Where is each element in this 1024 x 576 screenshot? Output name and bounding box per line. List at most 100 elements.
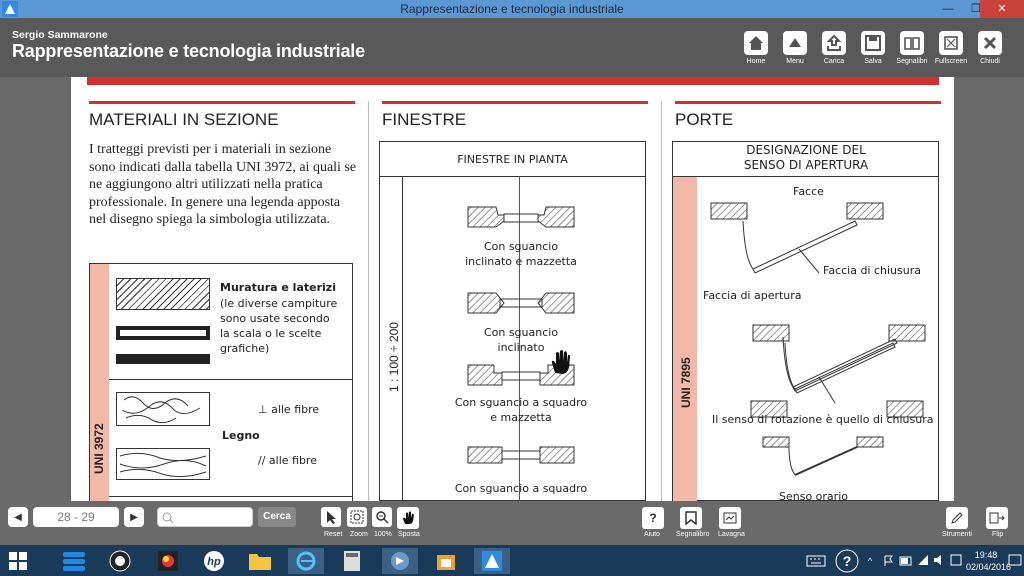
show-hidden-icons[interactable]: ^ xyxy=(868,556,872,566)
stack-app-icon xyxy=(63,552,85,571)
fibre-par-label: // alle fibre xyxy=(258,454,317,467)
bookmark-button[interactable] xyxy=(680,507,702,529)
language-icon[interactable] xyxy=(950,554,962,566)
fullscreen-button[interactable]: Fullscreen xyxy=(934,31,968,65)
section-banner xyxy=(87,77,939,85)
volume-icon[interactable] xyxy=(933,554,947,566)
pan-button[interactable] xyxy=(397,507,419,529)
bookmarks-button[interactable]: Segnalibri xyxy=(895,31,929,65)
reset-label: Reset xyxy=(324,531,343,538)
book-page[interactable]: MATERIALI IN SEZIONE I tratteggi previst… xyxy=(71,77,954,501)
column-rule xyxy=(89,101,355,104)
taskbar-app[interactable] xyxy=(56,548,92,574)
page-indicator[interactable]: 28 - 29 xyxy=(33,507,119,527)
porte-box-title: DESIGNAZIONE DEL SENSO DI APERTURA xyxy=(743,143,869,172)
taskbar-app[interactable]: hp xyxy=(196,548,232,574)
taskbar-clock[interactable]: 19:48 02/04/2016 xyxy=(966,549,1011,573)
start-button[interactable] xyxy=(0,548,36,574)
book-author: Sergio Sammarone xyxy=(12,29,108,41)
book-reader-icon xyxy=(482,551,502,571)
zoom-button[interactable] xyxy=(347,507,367,527)
taskbar-app[interactable] xyxy=(150,548,186,574)
apertura-label: Faccia di apertura xyxy=(703,289,802,302)
porta-3-drawing xyxy=(762,436,884,476)
tools-label: Strumenti xyxy=(942,531,972,538)
search-button[interactable]: Cerca xyxy=(258,507,296,527)
keyboard-icon[interactable] xyxy=(806,555,826,567)
column-rule xyxy=(675,101,941,104)
calculator-icon xyxy=(344,551,360,571)
flag-icon[interactable] xyxy=(884,555,894,567)
menu-button[interactable]: Menu xyxy=(778,31,812,65)
pencil-icon xyxy=(951,512,963,524)
search-input[interactable] xyxy=(157,507,253,527)
table-side-band xyxy=(673,177,697,501)
taskbar-app[interactable] xyxy=(102,548,138,574)
save-icon xyxy=(865,35,881,51)
bookmark-icon xyxy=(685,511,697,525)
pan-label: Sposta xyxy=(398,531,420,538)
help-tray-icon[interactable]: ? xyxy=(835,549,859,573)
home-button[interactable]: Home xyxy=(739,31,773,65)
uni-3972-label: UNI 3972 xyxy=(92,423,106,474)
muratura-hatch xyxy=(116,278,210,310)
finestra-1-symbol xyxy=(467,206,575,228)
notifications-icon[interactable] xyxy=(1008,553,1022,567)
zoom-area-icon xyxy=(350,510,364,524)
zoom-100-button[interactable] xyxy=(372,507,392,527)
taskbar-app[interactable] xyxy=(474,548,510,574)
reset-button[interactable] xyxy=(321,507,341,527)
materiali-paragraph: I tratteggi previsti per i materiali in … xyxy=(89,142,357,227)
heading-materiali: MATERIALI IN SEZIONE xyxy=(89,110,279,129)
chiusura-label: Faccia di chiusura xyxy=(823,264,921,277)
muratura-desc: (le diverse campiture sono usate secondo… xyxy=(220,297,338,355)
taskbar-app[interactable] xyxy=(428,548,464,574)
taskbar-app[interactable] xyxy=(242,548,278,574)
taskbar-app[interactable] xyxy=(382,548,418,574)
paint-app-icon xyxy=(158,551,178,571)
network-icon[interactable] xyxy=(917,554,929,566)
table-row-divider xyxy=(109,496,353,497)
tools-button[interactable] xyxy=(946,507,968,529)
window-close-button[interactable]: ✕ xyxy=(980,0,1024,18)
whiteboard-button[interactable] xyxy=(719,507,741,529)
upload-button[interactable]: Carica xyxy=(817,31,851,65)
search-icon xyxy=(162,512,174,524)
taskbar-app[interactable] xyxy=(334,548,370,574)
heading-finestre: FINESTRE xyxy=(382,110,467,129)
help-button[interactable]: ? xyxy=(642,507,664,529)
rotazione-text: Il senso di rotazione è quello di chiusu… xyxy=(712,413,934,426)
finestra-3-label: Con sguancio a squadro e mazzetta xyxy=(454,396,588,424)
window-titlebar: Rappresentazione e tecnologia industrial… xyxy=(0,0,1024,18)
flip-button[interactable] xyxy=(986,507,1008,529)
save-button[interactable]: Salva xyxy=(856,31,890,65)
zoom-label: Zoom xyxy=(350,531,368,538)
whiteboard-icon xyxy=(723,512,737,524)
clock-time: 19:48 xyxy=(974,550,998,560)
finestre-box-title: FINESTRE IN PIANTA xyxy=(457,153,568,166)
svg-text:?: ? xyxy=(843,553,852,569)
taskbar-app[interactable] xyxy=(288,548,324,574)
next-page-button[interactable]: ▶ xyxy=(124,507,144,527)
minimize-button[interactable]: — xyxy=(934,0,962,18)
window-title: Rappresentazione e tecnologia industrial… xyxy=(400,2,624,16)
legno-perp-symbol xyxy=(116,392,210,426)
internet-explorer-icon xyxy=(296,551,316,571)
prev-page-button[interactable]: ◀ xyxy=(8,507,28,527)
hp-icon: hp xyxy=(204,551,224,571)
whiteboard-label: Lavagna xyxy=(718,531,745,538)
flip-label: Flip xyxy=(992,531,1004,538)
book-title: Rappresentazione e tecnologia industrial… xyxy=(12,41,365,61)
heading-porte: PORTE xyxy=(675,110,734,129)
porta-2-drawing xyxy=(752,324,926,394)
orario-label: Senso orario xyxy=(779,490,848,501)
cursor-icon xyxy=(327,511,336,524)
table-row-divider xyxy=(109,379,353,380)
legno-par-symbol xyxy=(116,448,210,480)
close-app-button[interactable]: Chiudi xyxy=(973,31,1007,65)
table-side-divider xyxy=(402,176,403,501)
battery-icon[interactable] xyxy=(899,555,913,567)
menu-icon xyxy=(789,38,801,47)
muratura-solid xyxy=(116,354,210,364)
reader-bottombar: ◀ 28 - 29 ▶ Cerca Reset Zoom 100% Sposta… xyxy=(0,501,1024,545)
